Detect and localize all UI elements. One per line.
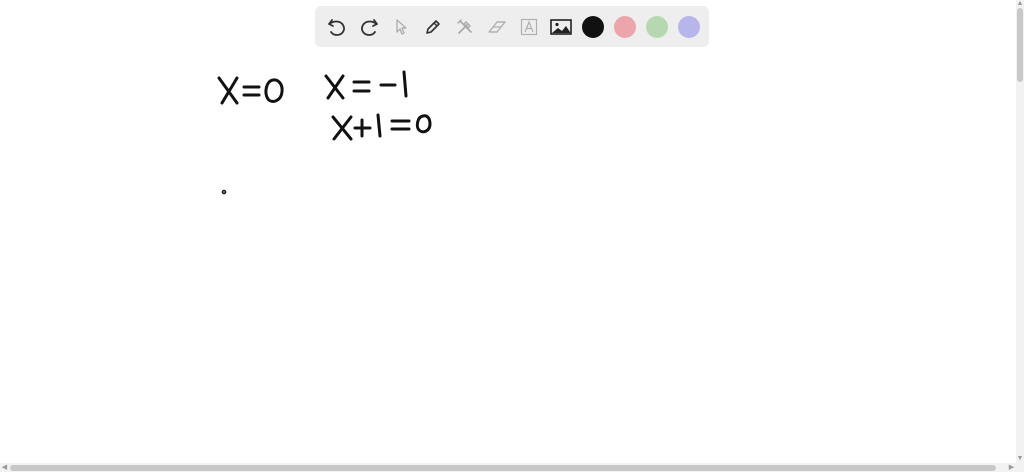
color-blue-swatch[interactable] bbox=[678, 15, 700, 38]
color-black-swatch[interactable] bbox=[582, 15, 604, 38]
scroll-up-arrow-icon[interactable]: ▲ bbox=[1016, 0, 1024, 8]
eraser-icon[interactable] bbox=[481, 11, 513, 43]
handwriting-x-plus-1-equals-0 bbox=[331, 113, 432, 141]
color-green-swatch[interactable] bbox=[646, 15, 668, 38]
handwriting-x-equals-neg-1 bbox=[324, 70, 408, 100]
tools-icon[interactable] bbox=[449, 11, 481, 43]
pen-icon[interactable] bbox=[417, 11, 449, 43]
horizontal-scroll-thumb[interactable] bbox=[10, 465, 996, 471]
vertical-scroll-thumb[interactable] bbox=[1017, 8, 1023, 82]
handwriting-layer bbox=[217, 70, 432, 195]
redo-icon[interactable] bbox=[353, 11, 385, 43]
undo-icon[interactable] bbox=[321, 11, 353, 43]
horizontal-scrollbar[interactable]: ◀ ▶ bbox=[0, 463, 1024, 472]
pointer-icon[interactable] bbox=[385, 11, 417, 43]
scroll-left-arrow-icon[interactable]: ◀ bbox=[0, 463, 9, 472]
drawing-canvas[interactable] bbox=[0, 0, 1016, 463]
scroll-right-arrow-icon[interactable]: ▶ bbox=[1007, 463, 1016, 472]
toolbar bbox=[315, 6, 709, 47]
handwriting-x-equals-0 bbox=[217, 76, 284, 105]
image-icon[interactable] bbox=[545, 11, 577, 43]
color-red-swatch[interactable] bbox=[614, 15, 636, 38]
text-icon[interactable] bbox=[513, 11, 545, 43]
vertical-scrollbar[interactable]: ▲ ▼ bbox=[1016, 0, 1024, 463]
whiteboard-app: ▲ ▼ ◀ ▶ bbox=[0, 0, 1024, 472]
stray-dot bbox=[221, 189, 227, 195]
scroll-down-arrow-icon[interactable]: ▼ bbox=[1016, 455, 1024, 463]
